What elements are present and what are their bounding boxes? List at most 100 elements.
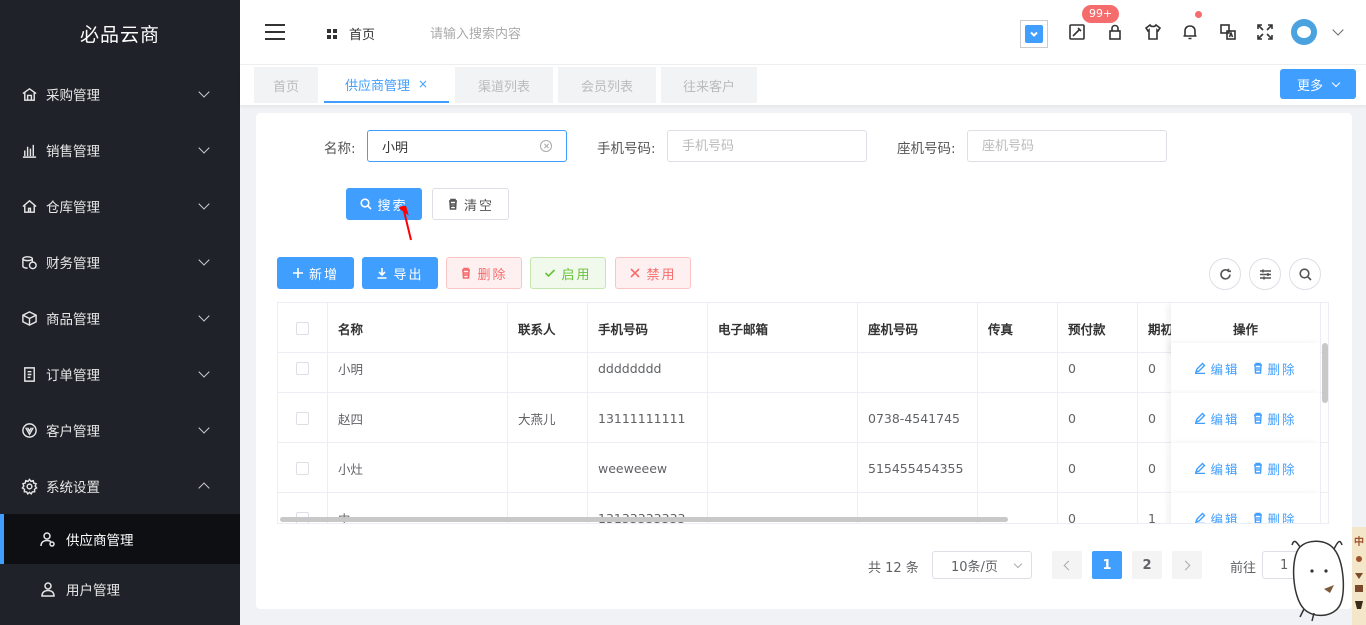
edit-link[interactable]: 编辑	[1194, 459, 1239, 478]
tab-partners[interactable]: 往来客户	[661, 67, 757, 103]
row-checkbox[interactable]	[296, 361, 309, 375]
tools-icon[interactable]	[1065, 20, 1089, 44]
row-checkbox[interactable]	[296, 411, 309, 425]
sidebar-subitem-users[interactable]: 用户管理	[0, 564, 240, 614]
close-icon[interactable]: ×	[418, 77, 428, 91]
sidebar-item-warehouse[interactable]: 仓库管理	[0, 178, 240, 234]
chevron-down-icon	[1013, 559, 1023, 569]
edit-link[interactable]: 编辑	[1194, 509, 1240, 524]
shirt-icon[interactable]	[1141, 20, 1165, 44]
chevron-down-icon[interactable]	[1332, 24, 1344, 36]
edit-label: 编辑	[1210, 511, 1240, 524]
cell-contact	[508, 343, 588, 393]
clear-input-icon[interactable]	[540, 140, 552, 152]
menu-toggle-icon[interactable]	[265, 24, 285, 40]
sidebar-item-finance[interactable]: 财务管理	[0, 234, 240, 290]
vue-icon	[20, 421, 38, 439]
tab-label: 首页	[272, 79, 299, 95]
tab-suppliers[interactable]: 供应商管理 ×	[324, 67, 449, 103]
horizontal-scrollbar[interactable]	[280, 517, 1008, 522]
sidebar-item-settings[interactable]: 系统设置	[0, 458, 240, 514]
cell-name: 小明	[328, 343, 508, 393]
more-button[interactable]: 更多	[1280, 69, 1356, 99]
select-all-checkbox[interactable]	[296, 321, 309, 335]
sidebar-item-label: 财务管理	[46, 256, 100, 272]
prev-page-button[interactable]	[1052, 551, 1082, 579]
edit-link[interactable]: 编辑	[1194, 409, 1239, 428]
cell-contact	[508, 443, 588, 493]
add-button[interactable]: 新增	[277, 257, 354, 289]
disable-button[interactable]: 禁用	[615, 257, 691, 289]
sidebar-item-sales[interactable]: 销售管理	[0, 122, 240, 178]
page-button-2[interactable]: 2	[1132, 551, 1162, 579]
column-settings-button[interactable]	[1249, 258, 1281, 290]
user-settings-icon	[40, 531, 56, 547]
lock-icon[interactable]	[1103, 20, 1127, 44]
landline-input[interactable]	[982, 138, 1152, 154]
refresh-button[interactable]	[1209, 258, 1241, 290]
page-button-1[interactable]: 1	[1092, 551, 1122, 579]
phone-input[interactable]	[682, 138, 852, 154]
checkbox-icon[interactable]	[1020, 20, 1048, 48]
breadcrumb[interactable]: 首页	[327, 24, 375, 43]
row-actions: 编辑 删除	[1171, 393, 1321, 443]
sidebar-subitem-suppliers[interactable]: 供应商管理	[0, 514, 240, 564]
main-panel: 名称: 手机号码: 座机号码: 搜索 清空 新增 导出 删除 启用 禁用	[256, 113, 1352, 609]
chevron-left-icon	[1063, 560, 1074, 570]
sidebar-item-label: 订单管理	[46, 368, 100, 384]
fullscreen-icon[interactable]	[1253, 20, 1277, 44]
export-button[interactable]: 导出	[362, 257, 438, 289]
edit-label: 编辑	[1210, 361, 1240, 377]
enable-button[interactable]: 启用	[530, 257, 606, 289]
tab-channels[interactable]: 渠道列表	[455, 67, 553, 103]
clear-button[interactable]: 清空	[432, 188, 509, 220]
delete-link[interactable]: 删除	[1252, 359, 1297, 378]
header-search-input[interactable]	[430, 20, 630, 46]
page-size-select[interactable]: 10条/页	[932, 551, 1032, 579]
tab-label: 供应商管理	[344, 78, 410, 94]
tab-members[interactable]: 会员列表	[558, 67, 656, 103]
cell-landline: 0738-4541745	[858, 393, 978, 443]
delete-label: 删除	[1267, 361, 1297, 377]
chevron-down-icon	[198, 422, 210, 434]
cell-contact: 大燕儿	[508, 393, 588, 443]
landline-field[interactable]	[967, 130, 1167, 162]
sidebar-item-orders[interactable]: 订单管理	[0, 346, 240, 402]
chevron-down-icon	[198, 198, 210, 210]
column-header: 操作	[1232, 321, 1258, 337]
translate-icon[interactable]	[1216, 20, 1240, 44]
delete-link[interactable]: 删除	[1252, 459, 1297, 478]
sidebar-item-customers[interactable]: 客户管理	[0, 402, 240, 458]
sidebar-item-products[interactable]: 商品管理	[0, 290, 240, 346]
warehouse-icon	[20, 85, 38, 103]
document-icon	[20, 365, 38, 383]
sidebar-subitem-label: 用户管理	[66, 583, 120, 599]
tab-label: 往来客户	[682, 79, 735, 95]
tab-label: 渠道列表	[477, 79, 530, 95]
delete-button[interactable]: 删除	[446, 257, 522, 289]
sidebar-subitem-label: 供应商管理	[66, 533, 134, 549]
table-row[interactable]: 小灶 weeweeew 515455454355 0 0 编辑 删除	[278, 443, 1328, 493]
next-page-button[interactable]	[1172, 551, 1202, 579]
avatar[interactable]	[1291, 19, 1317, 45]
phone-field[interactable]	[667, 130, 867, 162]
tab-home[interactable]: 首页	[254, 67, 318, 103]
name-input[interactable]	[382, 138, 540, 154]
edit-icon	[1195, 512, 1206, 523]
edit-link[interactable]: 编辑	[1194, 359, 1239, 378]
bell-icon[interactable]	[1178, 20, 1202, 44]
name-field[interactable]	[367, 130, 567, 162]
row-checkbox[interactable]	[296, 461, 309, 475]
vertical-scrollbar[interactable]	[1322, 343, 1328, 403]
delete-link[interactable]: 删除	[1252, 509, 1297, 523]
bar-chart-icon	[20, 141, 38, 159]
plus-icon	[292, 268, 303, 278]
sidebar-item-purchase[interactable]: 采购管理	[0, 66, 240, 122]
landline-label: 座机号码:	[897, 141, 956, 157]
table-row[interactable]: 赵四 大燕儿 13111111111 0738-4541745 0 0 编辑 删…	[278, 393, 1328, 443]
table-row[interactable]: 小明 dddddddd 0 0 编辑 删除	[278, 343, 1328, 393]
toggle-search-button[interactable]	[1289, 258, 1321, 290]
sidebar-item-label: 系统设置	[46, 480, 100, 496]
delete-link[interactable]: 删除	[1252, 409, 1297, 428]
mascot-icon: 中	[1291, 527, 1366, 625]
